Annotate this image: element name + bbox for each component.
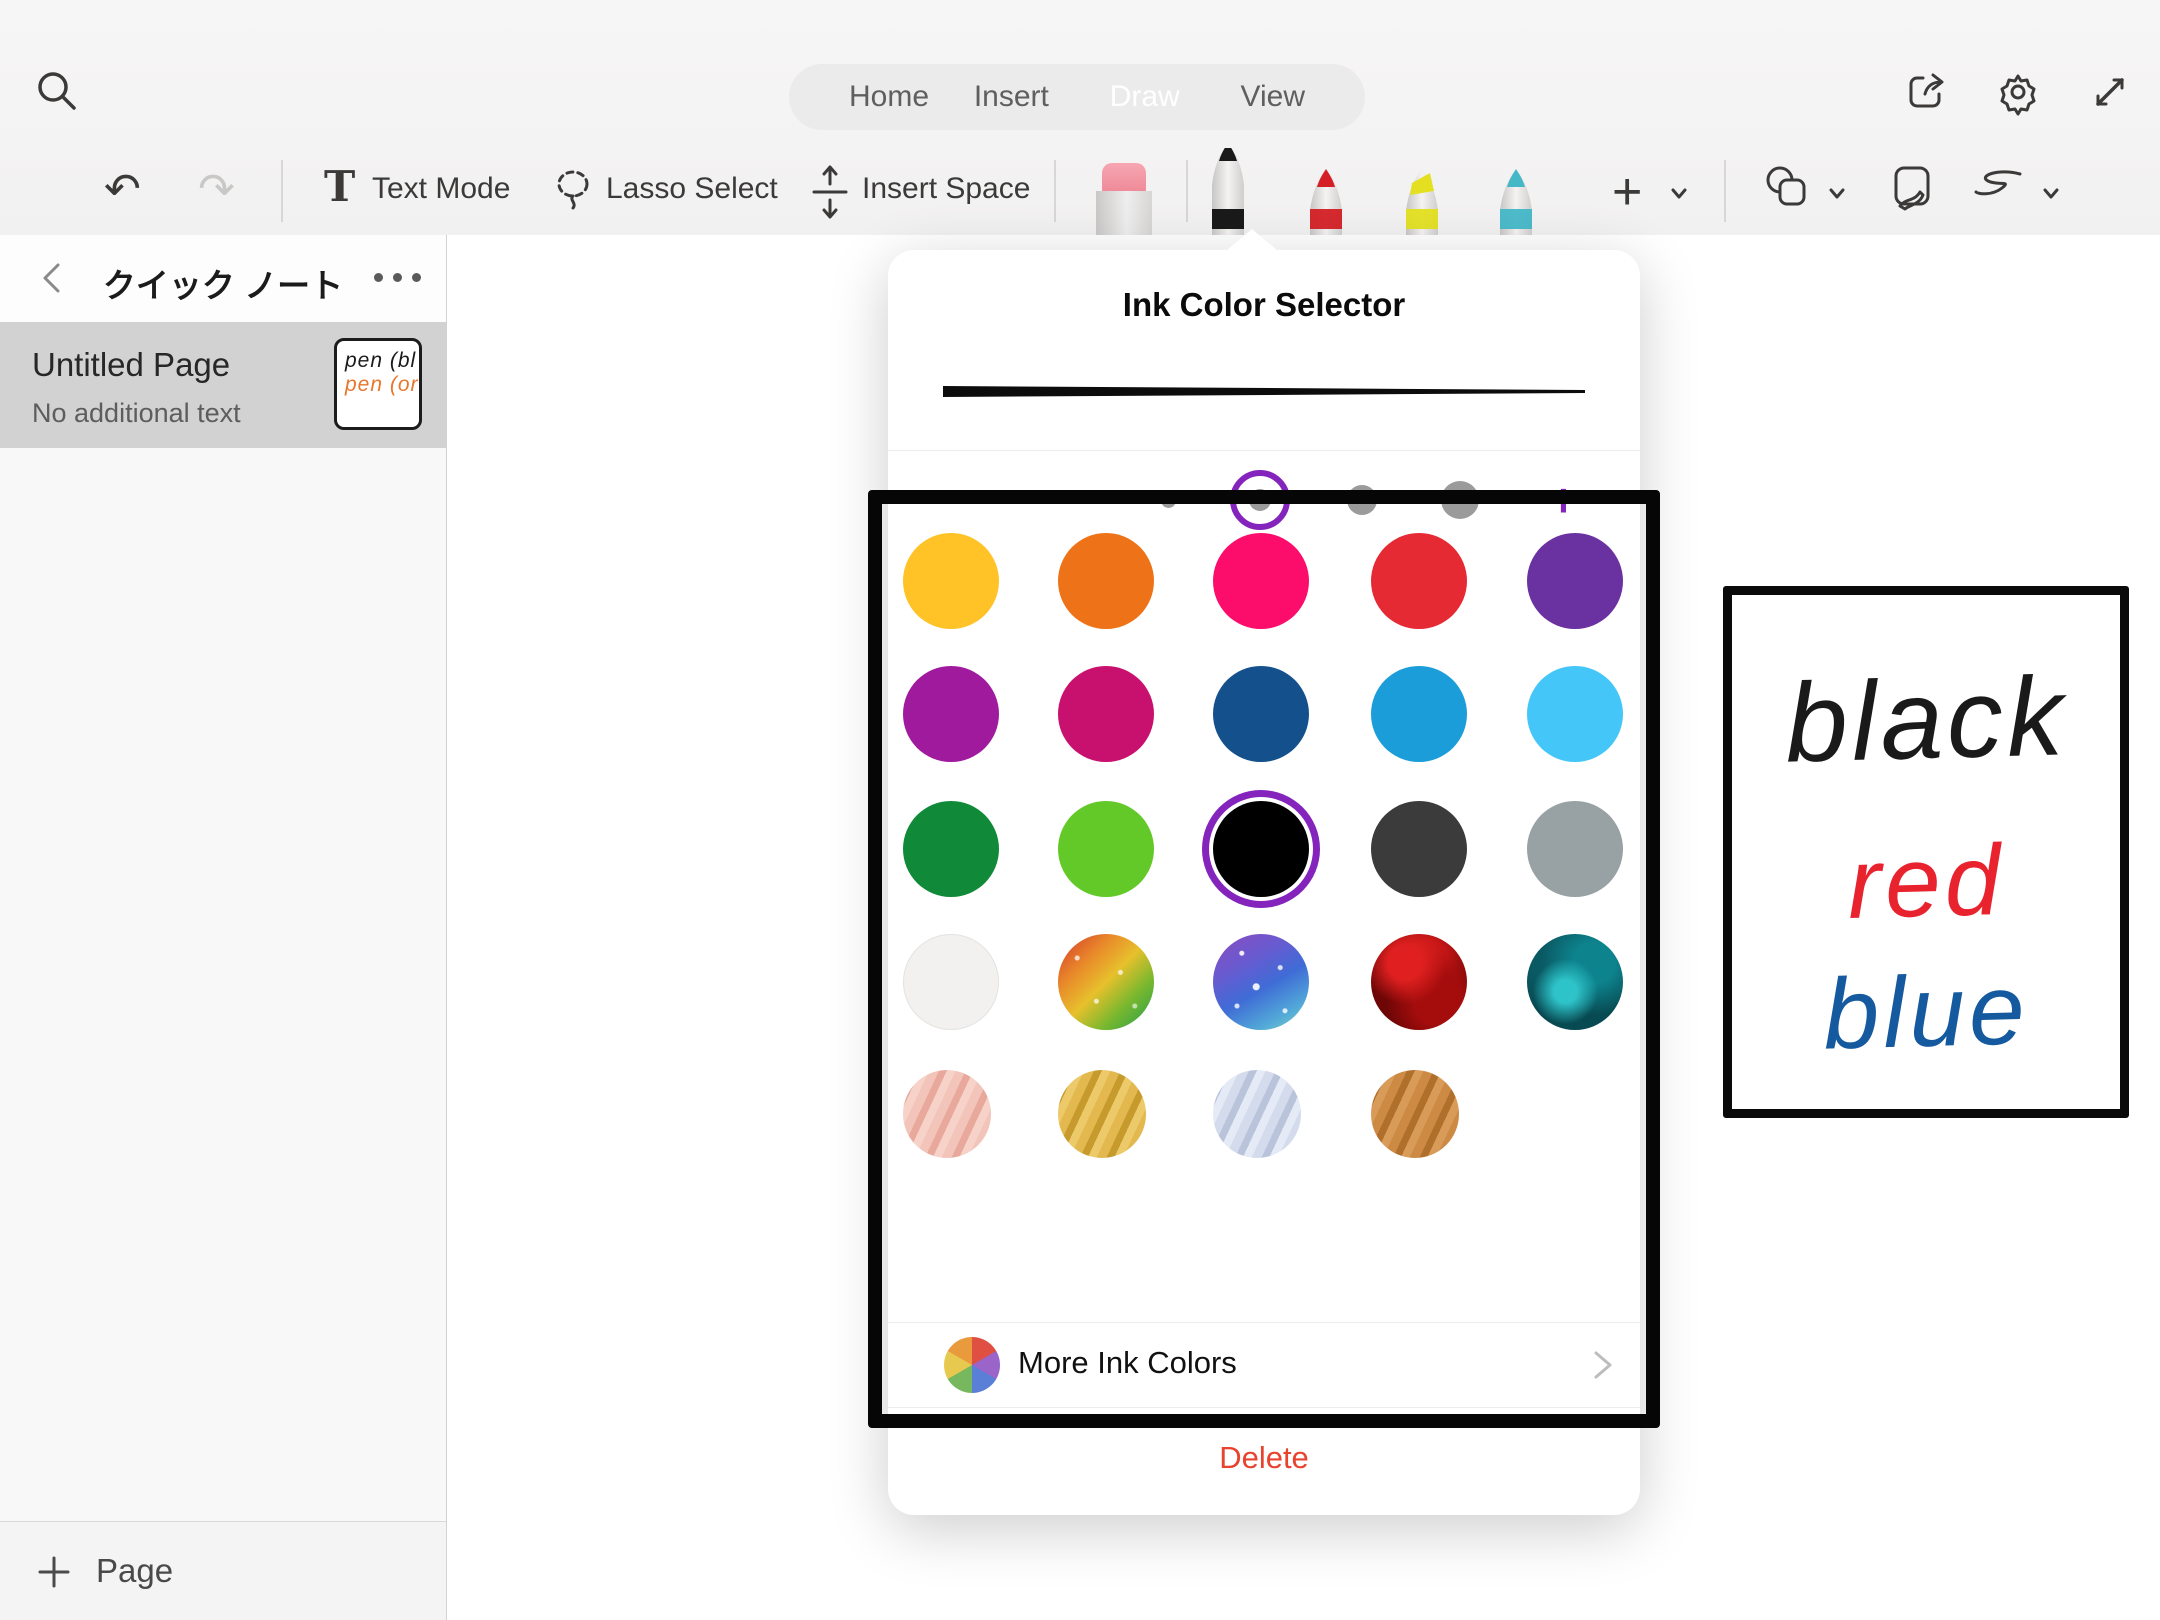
- yellow-highlighter[interactable]: [1390, 165, 1454, 235]
- tab-view[interactable]: View: [1223, 64, 1323, 130]
- tab-home[interactable]: Home: [831, 64, 947, 130]
- onenote-window: Home Insert Draw View ↶ ↷ T Text Mode La…: [0, 0, 2160, 1620]
- sidebar: クイック ノート Untitled Page No additional tex…: [0, 235, 447, 1620]
- handwritten-word-blue: blue: [1731, 950, 2122, 1075]
- red-pen[interactable]: [1294, 165, 1358, 235]
- settings-gear-icon[interactable]: [1994, 68, 2042, 116]
- ink-annotation-box-canvas: black redblue: [1723, 586, 2129, 1118]
- pen-rail: [1060, 148, 1620, 235]
- add-page-label[interactable]: Page: [96, 1552, 173, 1590]
- eraser-body: [1096, 191, 1152, 235]
- page-title: Untitled Page: [32, 346, 230, 384]
- stroke-width-preview: [943, 372, 1585, 412]
- text-mode-button[interactable]: Text Mode: [372, 172, 510, 206]
- insert-space-button[interactable]: Insert Space: [862, 172, 1030, 206]
- lasso-select-icon: [548, 164, 598, 223]
- redo-icon[interactable]: ↷: [198, 164, 235, 215]
- notebook-title: クイック ノート: [0, 259, 446, 307]
- undo-icon[interactable]: ↶: [104, 164, 141, 215]
- add-page-button[interactable]: [34, 1552, 74, 1597]
- thumbnail-ink-line: pen (ora: [345, 373, 419, 397]
- toolbar-divider: [1186, 160, 1188, 222]
- lasso-select-button[interactable]: Lasso Select: [606, 172, 778, 206]
- sidebar-header: クイック ノート: [0, 235, 446, 322]
- handwritten-word-black: black: [1730, 650, 2121, 789]
- handwritten-word-red: red: [1731, 820, 2122, 945]
- chevron-down-icon[interactable]: [2038, 180, 2064, 211]
- black-pen[interactable]: [1196, 148, 1260, 235]
- text-mode-icon: T: [324, 162, 355, 211]
- shapes-icon[interactable]: [1760, 160, 1816, 221]
- search-icon[interactable]: [32, 66, 80, 119]
- tab-insert[interactable]: Insert: [956, 64, 1067, 130]
- toolbar-divider: [1054, 160, 1056, 222]
- ink-to-text-icon[interactable]: [1886, 160, 1942, 221]
- teal-pen[interactable]: [1484, 165, 1548, 235]
- chevron-down-icon[interactable]: [1824, 180, 1850, 211]
- ink-replay-squiggle-icon[interactable]: [1968, 166, 2030, 221]
- chevron-down-icon[interactable]: [1666, 180, 1692, 211]
- popup-caret: [1226, 229, 1278, 251]
- popup-divider: [888, 450, 1640, 451]
- toolbar-divider: [1724, 160, 1726, 222]
- page-list-item-selected[interactable]: Untitled Page No additional text pen (bl…: [0, 322, 446, 448]
- thumbnail-ink-line: pen (bl: [345, 349, 419, 373]
- resize-diagonal-icon[interactable]: [2086, 68, 2134, 116]
- tab-draw[interactable]: Draw: [1076, 64, 1214, 130]
- sidebar-footer: Page: [0, 1522, 446, 1620]
- page-subtitle: No additional text: [32, 398, 241, 429]
- popup-title: Ink Color Selector: [888, 286, 1640, 324]
- insert-space-icon: [806, 160, 854, 229]
- more-options-icon[interactable]: [374, 273, 421, 282]
- page-thumbnail: pen (bl pen (ora: [334, 338, 422, 430]
- toolbar-divider: [281, 160, 283, 222]
- add-pen-button[interactable]: +: [1612, 162, 1642, 222]
- ink-annotation-box-colors: [868, 490, 1660, 1428]
- ribbon-tab-bar: Home Insert Draw View: [789, 64, 1365, 130]
- share-icon[interactable]: [1903, 68, 1951, 116]
- delete-pen-button[interactable]: Delete: [888, 1440, 1640, 1476]
- eraser-tool[interactable]: [1092, 163, 1156, 235]
